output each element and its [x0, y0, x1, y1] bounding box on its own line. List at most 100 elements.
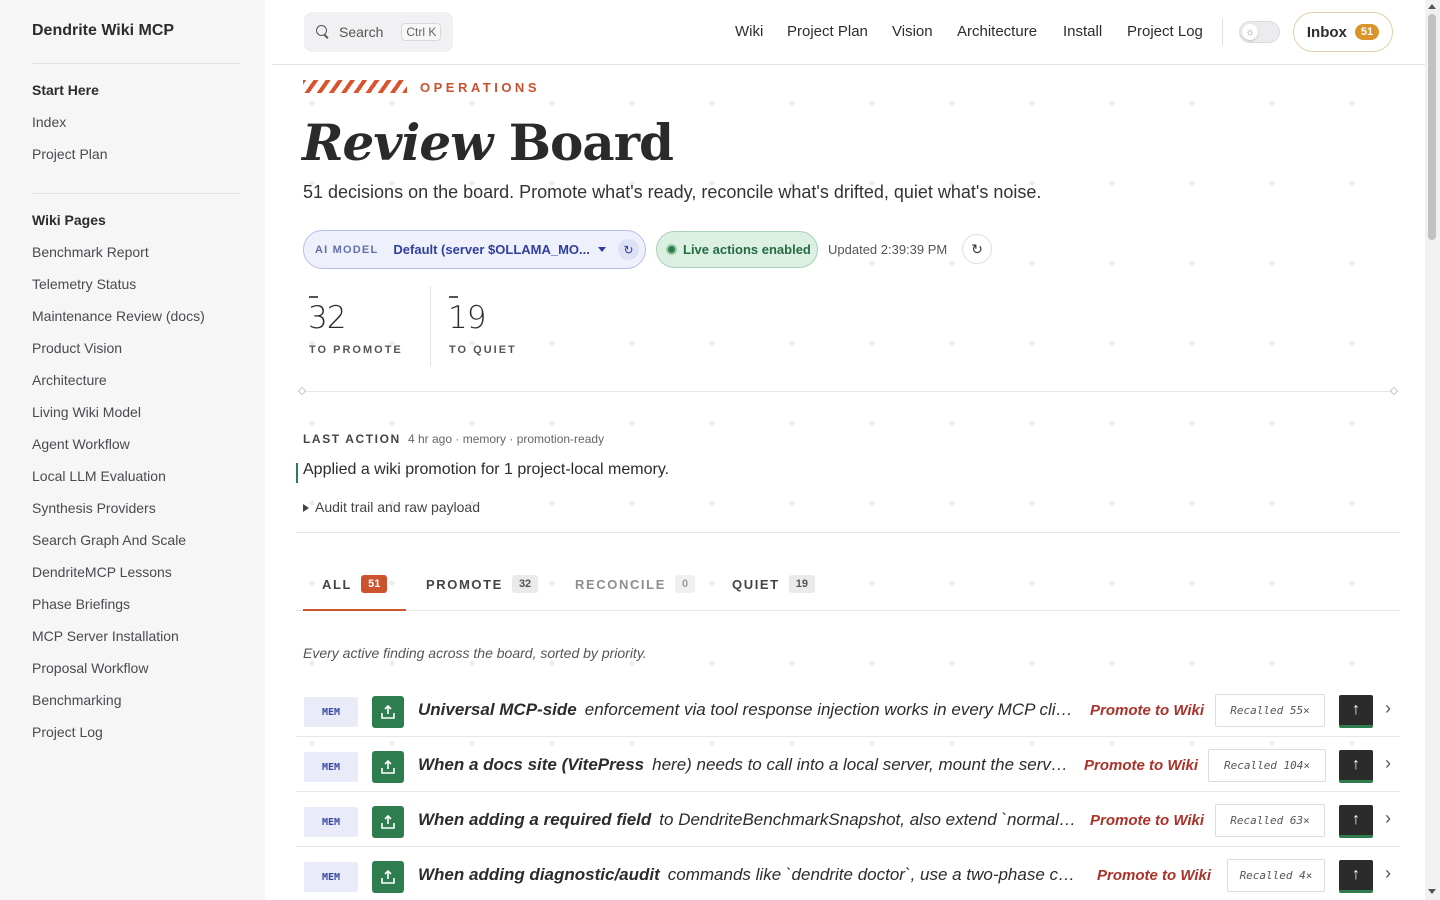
- promote-to-wiki-link[interactable]: Promote to Wiki: [1090, 812, 1204, 829]
- sidebar-item-search-graph[interactable]: Search Graph And Scale: [32, 532, 186, 548]
- sidebar-item-benchmark-report[interactable]: Benchmark Report: [32, 244, 149, 260]
- sidebar-item-proposal-workflow[interactable]: Proposal Workflow: [32, 660, 148, 676]
- tab-count: 32: [511, 575, 539, 593]
- apply-promote-button[interactable]: ↑: [1339, 860, 1373, 893]
- tab-label: ALL: [322, 576, 353, 592]
- sidebar-item-project-log[interactable]: Project Log: [32, 724, 103, 740]
- sidebar-item-telemetry-status[interactable]: Telemetry Status: [32, 276, 136, 292]
- finding-rest: to DendriteBenchmarkSnapshot, also exten…: [659, 810, 1078, 829]
- audit-trail-toggle[interactable]: Audit trail and raw payload: [303, 499, 480, 515]
- nav-divider: [1222, 19, 1223, 45]
- last-action-accent: [296, 463, 298, 483]
- promote-to-wiki-link[interactable]: Promote to Wiki: [1090, 702, 1204, 719]
- promote-upload-icon[interactable]: [372, 751, 404, 783]
- sidebar-item-index[interactable]: Index: [32, 114, 66, 130]
- search-button[interactable]: Search Ctrl K: [304, 12, 453, 52]
- recalled-badge: Recalled 55×: [1215, 694, 1325, 727]
- finding-rest: commands like `dendrite doctor`, use a t…: [667, 865, 1082, 884]
- sidebar-item-local-llm-evaluation[interactable]: Local LLM Evaluation: [32, 468, 166, 484]
- memory-tag: MEM: [304, 862, 358, 892]
- refresh-button[interactable]: ↻: [962, 234, 992, 264]
- sidebar-item-benchmarking[interactable]: Benchmarking: [32, 692, 122, 708]
- status-dot-icon: [666, 244, 677, 255]
- chevron-right-icon[interactable]: ›: [1385, 753, 1391, 774]
- tab-all[interactable]: ALL 51: [322, 575, 388, 593]
- finding-row[interactable]: MEM When adding a required field to Dendr…: [296, 793, 1400, 847]
- apply-promote-button[interactable]: ↑: [1339, 805, 1373, 838]
- scrollbar-thumb[interactable]: [1428, 14, 1436, 240]
- arrow-up-icon: ↑: [1352, 866, 1360, 883]
- nav-link-project-log[interactable]: Project Log: [1127, 23, 1203, 40]
- memory-tag: MEM: [304, 697, 358, 727]
- page-title-rest: Board: [508, 113, 674, 172]
- brand-title[interactable]: Dendrite Wiki MCP: [32, 22, 174, 40]
- promote-upload-icon[interactable]: [372, 806, 404, 838]
- scroll-up-arrow-icon[interactable]: [1428, 4, 1436, 9]
- finding-lead: Universal MCP-side: [418, 700, 577, 719]
- sidebar-item-mcp-server-installation[interactable]: MCP Server Installation: [32, 628, 179, 644]
- disclosure-triangle-icon: [303, 504, 309, 512]
- tab-count: 19: [788, 575, 815, 593]
- tab-count: 0: [674, 575, 696, 593]
- active-tab-indicator: [303, 609, 406, 611]
- tab-label: RECONCILE: [575, 576, 666, 592]
- eyebrow-hatch: [303, 80, 407, 93]
- promote-to-wiki-link[interactable]: Promote to Wiki: [1084, 757, 1198, 774]
- finding-row[interactable]: MEM When adding diagnostic/audit commands…: [296, 848, 1400, 900]
- sidebar-item-phase-briefings[interactable]: Phase Briefings: [32, 596, 130, 612]
- recalled-badge: Recalled 104×: [1208, 749, 1326, 782]
- model-refresh-icon[interactable]: ↻: [618, 239, 639, 260]
- nav-link-wiki[interactable]: Wiki: [735, 23, 763, 40]
- sidebar-item-project-plan[interactable]: Project Plan: [32, 146, 107, 162]
- sidebar-item-maintenance-review[interactable]: Maintenance Review (docs): [32, 308, 205, 324]
- refresh-icon: ↻: [971, 240, 983, 257]
- theme-toggle[interactable]: ☼: [1239, 21, 1280, 43]
- sidebar-item-living-wiki-model[interactable]: Living Wiki Model: [32, 404, 141, 420]
- promote-upload-icon[interactable]: [372, 696, 404, 728]
- sidebar-item-synthesis-providers[interactable]: Synthesis Providers: [32, 500, 156, 516]
- sidebar-item-agent-workflow[interactable]: Agent Workflow: [32, 436, 130, 452]
- search-label: Search: [339, 24, 384, 40]
- ai-model-value: Default (server $OLLAMA_MO...: [393, 242, 590, 257]
- promote-upload-icon[interactable]: [372, 861, 404, 893]
- page-title-italic: Review: [302, 113, 493, 172]
- section-rule: [296, 532, 1400, 533]
- chevron-right-icon[interactable]: ›: [1385, 698, 1391, 719]
- live-status-badge: Live actions enabled: [656, 231, 818, 268]
- stat-quiet-value: 19: [448, 300, 486, 336]
- arrow-up-icon: ↑: [1352, 756, 1360, 773]
- apply-promote-button[interactable]: ↑: [1339, 695, 1373, 728]
- sidebar-item-dendritemcp-lessons[interactable]: DendriteMCP Lessons: [32, 564, 172, 580]
- audit-trail-label: Audit trail and raw payload: [315, 499, 480, 515]
- chevron-right-icon[interactable]: ›: [1385, 863, 1391, 884]
- page-scrollbar[interactable]: [1425, 0, 1440, 900]
- nav-link-install[interactable]: Install: [1063, 23, 1102, 40]
- nav-link-architecture[interactable]: Architecture: [957, 23, 1037, 40]
- stat-tick: [449, 296, 458, 298]
- tab-label: QUIET: [732, 576, 780, 592]
- sidebar-section-start-here: Start Here: [32, 82, 99, 98]
- tab-reconcile[interactable]: RECONCILE 0: [575, 575, 696, 593]
- scroll-down-arrow-icon[interactable]: [1428, 889, 1436, 894]
- rule-diamond: [297, 386, 307, 396]
- inbox-button[interactable]: Inbox 51: [1293, 12, 1393, 52]
- last-action-meta: 4 hr ago · memory · promotion-ready: [408, 432, 605, 446]
- promote-to-wiki-link[interactable]: Promote to Wiki: [1097, 867, 1211, 884]
- sidebar-item-product-vision[interactable]: Product Vision: [32, 340, 122, 356]
- finding-lead: When a docs site (VitePress: [418, 755, 645, 774]
- arrow-up-icon: ↑: [1352, 701, 1360, 718]
- stat-tick: [309, 296, 318, 298]
- chevron-right-icon[interactable]: ›: [1385, 808, 1391, 829]
- tab-count: 51: [361, 575, 388, 593]
- ai-model-select[interactable]: AI MODEL Default (server $OLLAMA_MO... ↻: [303, 230, 646, 269]
- sidebar-item-architecture[interactable]: Architecture: [32, 372, 107, 388]
- finding-row[interactable]: MEM When a docs site (VitePress here) nee…: [296, 738, 1400, 792]
- apply-promote-button[interactable]: ↑: [1339, 750, 1373, 783]
- tab-promote[interactable]: PROMOTE 32: [426, 575, 539, 593]
- finding-row[interactable]: MEM Universal MCP-side enforcement via to…: [296, 683, 1400, 737]
- tab-quiet[interactable]: QUIET 19: [732, 575, 815, 593]
- nav-link-vision[interactable]: Vision: [892, 23, 933, 40]
- inbox-count-badge: 51: [1354, 24, 1380, 40]
- nav-link-project-plan[interactable]: Project Plan: [787, 23, 868, 40]
- recalled-badge: Recalled 4×: [1227, 859, 1325, 892]
